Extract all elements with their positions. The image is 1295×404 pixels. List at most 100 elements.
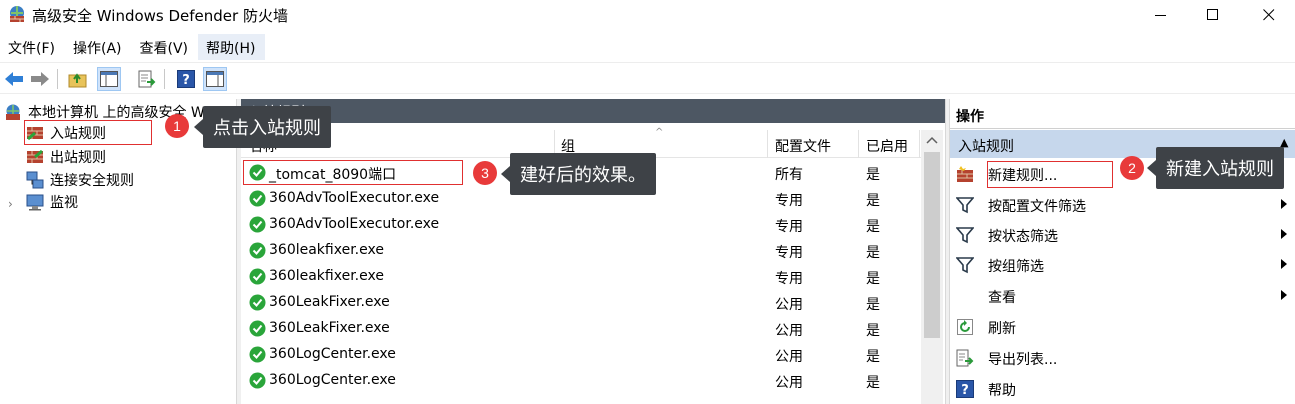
action-help[interactable]: ? 帮助 [950,374,1295,404]
table-row[interactable]: 360LogCenter.exe 公用 是 [241,342,921,368]
forward-button[interactable] [28,67,52,91]
annotation-callout: 点击入站规则 [194,106,331,148]
rule-profile: 所有 [775,167,803,183]
rule-profile: 公用 [775,349,803,365]
table-row[interactable]: 360LeakFixer.exe 公用 是 [241,290,921,316]
action-label: 刷新 [988,321,1016,337]
rule-enabled: 是 [866,375,880,391]
submenu-arrow-icon [1281,290,1287,300]
rule-profile: 公用 [775,375,803,391]
maximize-button[interactable] [1187,0,1239,30]
rule-profile: 专用 [775,245,803,261]
close-icon [1263,9,1275,21]
rule-profile: 专用 [775,219,803,235]
refresh-icon [957,319,973,335]
enabled-check-icon [249,320,266,337]
rule-enabled: 是 [866,219,880,235]
table-row[interactable]: 360leakfixer.exe 专用 是 [241,238,921,264]
column-divider[interactable] [919,130,920,158]
annotation-callout: 新建入站规则 [1147,147,1284,189]
enabled-check-icon [249,294,266,311]
tree-item-outbound-rules[interactable]: 出站规则 [26,146,106,168]
svg-text:?: ? [961,383,969,398]
new-rule-icon [957,166,973,182]
menu-action[interactable]: 操作(A) [65,34,132,60]
toolbar-separator [57,69,58,89]
menu-help[interactable]: 帮助(H) [198,34,266,60]
enabled-check-icon [249,346,266,363]
actions-section-title: 入站规则 [958,139,1014,155]
minimize-button[interactable] [1135,0,1187,30]
minimize-icon [1155,15,1166,16]
rules-scrollbar[interactable] [921,130,943,404]
submenu-arrow-icon [1281,259,1287,269]
connection-security-icon [26,171,44,189]
up-folder-icon [68,73,87,88]
annotation-badge: 3 [473,161,497,185]
tree-item-label: 出站规则 [50,150,106,166]
column-header-profile[interactable]: 配置文件 [775,136,831,156]
enabled-check-icon [249,242,266,259]
scrollbar-thumb[interactable] [924,152,940,338]
maximize-icon [1207,9,1218,20]
rule-name: 360LogCenter.exe [269,372,396,388]
action-view[interactable]: 查看 [950,281,1295,311]
column-divider[interactable] [767,130,768,158]
show-action-pane-button[interactable] [203,67,227,91]
column-header-enabled[interactable]: 已启用 [866,136,908,156]
tree-item-label: 监视 [50,195,78,211]
up-folder-button[interactable] [66,67,90,91]
enabled-check-icon [249,190,266,207]
action-label: 查看 [988,290,1016,306]
actions-pane-title: 操作 [956,109,984,125]
rule-enabled: 是 [866,323,880,339]
annotation-badge: 2 [1120,156,1144,180]
action-pane-icon [206,71,224,87]
filter-icon [956,227,974,244]
annotation-badge: 1 [165,114,189,138]
tree-item-connection-security-rules[interactable]: 连接安全规则 [26,169,134,191]
rule-enabled: 是 [866,297,880,313]
menu-view[interactable]: 查看(V) [132,34,199,60]
rule-name: 360AdvToolExecutor.exe [269,190,440,206]
rule-enabled: 是 [866,193,880,209]
rule-enabled: 是 [866,167,880,183]
close-button[interactable] [1243,0,1295,30]
scroll-up-icon[interactable] [926,136,938,144]
menu-file[interactable]: 文件(F) [0,34,65,60]
rule-enabled: 是 [866,245,880,261]
table-row[interactable]: 360leakfixer.exe 专用 是 [241,264,921,290]
table-row[interactable]: 360AdvToolExecutor.exe 专用 是 [241,212,921,238]
action-filter-by-profile[interactable]: 按配置文件筛选 [950,190,1295,220]
rule-name: 360leakfixer.exe [269,242,384,258]
back-button[interactable] [2,67,26,91]
expand-chevron-icon[interactable]: › [8,197,13,211]
table-row[interactable]: 360LogCenter.exe 公用 是 [241,368,921,394]
action-export-list[interactable]: 导出列表... [950,343,1295,373]
svg-text:?: ? [182,73,190,88]
help-icon: ? [177,70,195,88]
help-button[interactable]: ? [174,67,198,91]
action-filter-by-state[interactable]: 按状态筛选 [950,220,1295,250]
actions-pane-header: 操作 [950,99,1295,129]
enabled-check-icon [249,372,266,389]
submenu-arrow-icon [1281,229,1287,239]
show-console-tree-button[interactable] [97,67,121,91]
tree-item-label: 连接安全规则 [50,173,134,189]
export-icon [956,349,974,367]
column-divider[interactable] [858,130,859,158]
rule-name: 360LogCenter.exe [269,346,396,362]
rule-profile: 专用 [775,271,803,287]
action-refresh[interactable]: 刷新 [950,312,1295,342]
annotation-callout: 建好后的效果。 [501,153,656,195]
enabled-check-icon [249,216,266,233]
table-row[interactable]: 360LeakFixer.exe 公用 是 [241,316,921,342]
action-label: 按组筛选 [988,259,1044,275]
tree-item-monitoring[interactable]: 监视 [26,191,78,213]
action-filter-by-group[interactable]: 按组筛选 [950,250,1295,280]
outbound-rules-icon [27,149,43,163]
annotation-highlight-new-entry [243,160,463,185]
export-list-icon [138,70,156,88]
rule-profile: 专用 [775,193,803,209]
export-list-button[interactable] [135,67,159,91]
